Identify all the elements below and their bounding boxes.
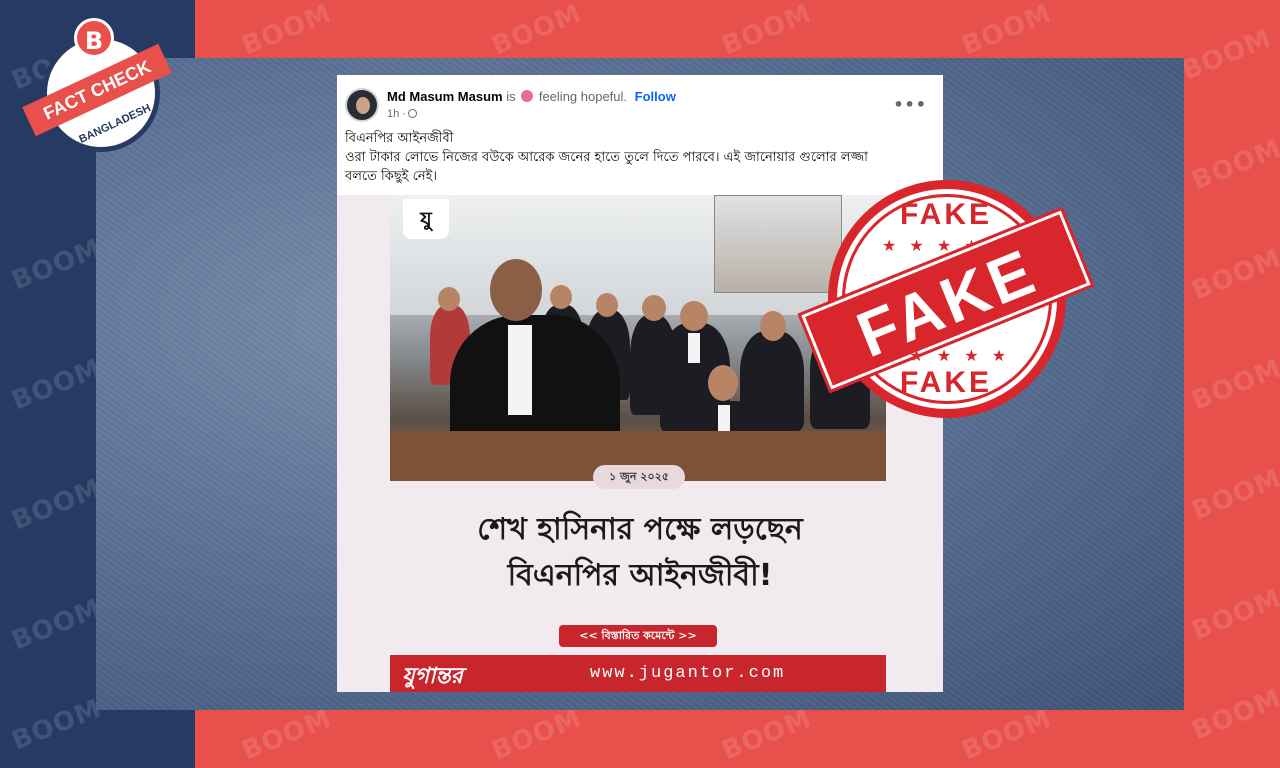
person-head [680,301,708,331]
post-time: 1h · [387,108,417,120]
author-name[interactable]: Md Masum Masum [387,89,503,104]
fake-stamp: FAKE ★ ★ ★ ★ ★ FAKE ★ ★ ★ ★ ★ FAKE [798,178,1094,428]
boom-logo-icon: B [74,18,114,58]
globe-icon [407,109,417,118]
post-text-line: বিএনপির আইনজীবী [345,131,454,146]
headline-line: শেখ হাসিনার পক্ষে লড়ছেন [477,512,803,547]
post-text-line: ওরা টাকার লোভে নিজের বউকে আরেক জনের হাতে… [345,150,868,165]
follow-button[interactable]: Follow [635,89,676,104]
image-headline: শেখ হাসিনার পক্ষে লড়ছেন বিএনপির আইনজীবী… [337,507,943,599]
person-head [438,287,460,311]
person-head [642,295,666,321]
post-header: Md Masum Masum is feeling hopeful. Follo… [337,75,943,195]
more-options-icon[interactable]: ••• [893,95,927,114]
date-pill: ১ জুন ২০২৫ [593,465,685,489]
fact-check-badge: B FACT CHECK BANGLADESH [22,18,172,158]
person-head [760,311,786,341]
person-head [550,285,572,309]
person-shirt [688,333,700,363]
person-head [596,293,618,317]
avatar[interactable] [345,88,379,122]
jugantor-logo: যুগান্তর [402,664,463,689]
details-in-comments-pill: << বিস্তারিত কমেন্টে >> [559,625,717,647]
stamp-stars-bottom: ★ ★ ★ ★ ★ [881,346,1011,365]
feeling-icon [521,90,534,102]
post-time-text: 1h · [387,108,406,120]
image-footer-bar: www.jugantor.com যুগান্তর [390,655,886,692]
is-text: is [506,89,516,104]
lawyer-head [490,259,542,321]
stamp-bottom-text: FAKE [899,366,992,399]
footer-url: www.jugantor.com [590,664,786,683]
person-head [708,365,738,401]
lawyer-shirt [508,325,532,415]
post-author-line: Md Masum Masum is feeling hopeful. Follo… [387,89,676,104]
headline-line: বিএনপির আইনজীবী! [507,558,773,593]
feeling-text: feeling hopeful. [538,89,628,104]
jugantor-tag: যু [403,199,449,239]
